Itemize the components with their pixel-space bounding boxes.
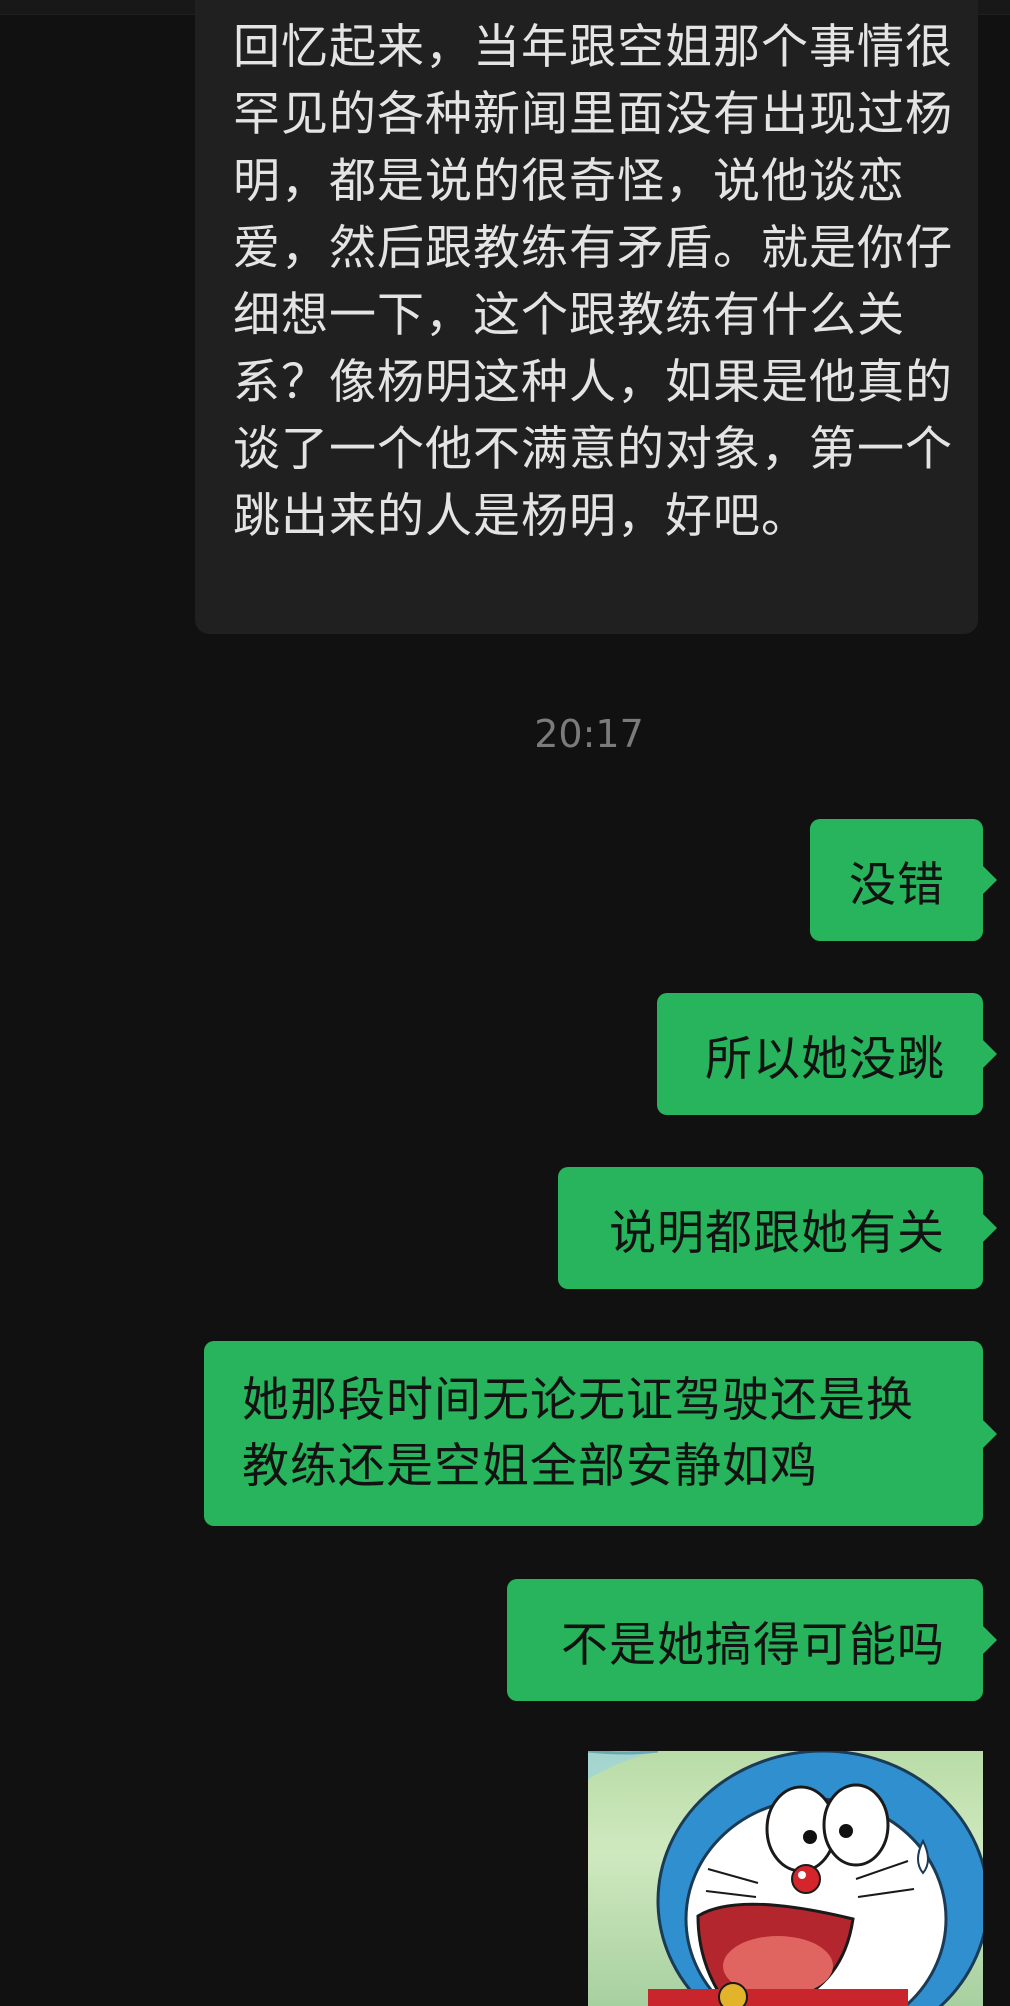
outgoing-message-text: 她那段时间无论无证驾驶还是换教练还是空姐全部安静如鸡 (242, 1372, 914, 1494)
incoming-message-bubble[interactable]: 回忆起来，当年跟空姐那个事情很罕见的各种新闻里面没有出现过杨明，都是说的很奇怪，… (195, 0, 978, 634)
doraemon-sticker-image[interactable] (588, 1751, 983, 2006)
outgoing-message-bubble[interactable]: 所以她没跳 (657, 993, 997, 1115)
message-timestamp: 20:17 (534, 712, 644, 756)
doraemon-shocked-icon (588, 1751, 983, 2006)
outgoing-message-text: 不是她搞得可能吗 (561, 1617, 945, 1673)
outgoing-message-text: 说明都跟她有关 (609, 1205, 945, 1261)
outgoing-message-bubble[interactable]: 不是她搞得可能吗 (507, 1579, 997, 1701)
outgoing-message-bubble[interactable]: 她那段时间无论无证驾驶还是换教练还是空姐全部安静如鸡 (204, 1341, 997, 1526)
incoming-message-text: 回忆起来，当年跟空姐那个事情很罕见的各种新闻里面没有出现过杨明，都是说的很奇怪，… (233, 20, 953, 544)
outgoing-message-bubble[interactable]: 说明都跟她有关 (558, 1167, 997, 1289)
outgoing-message-bubble[interactable]: 没错 (810, 819, 997, 941)
outgoing-message-text: 没错 (849, 857, 945, 913)
outgoing-message-text: 所以她没跳 (705, 1031, 945, 1087)
